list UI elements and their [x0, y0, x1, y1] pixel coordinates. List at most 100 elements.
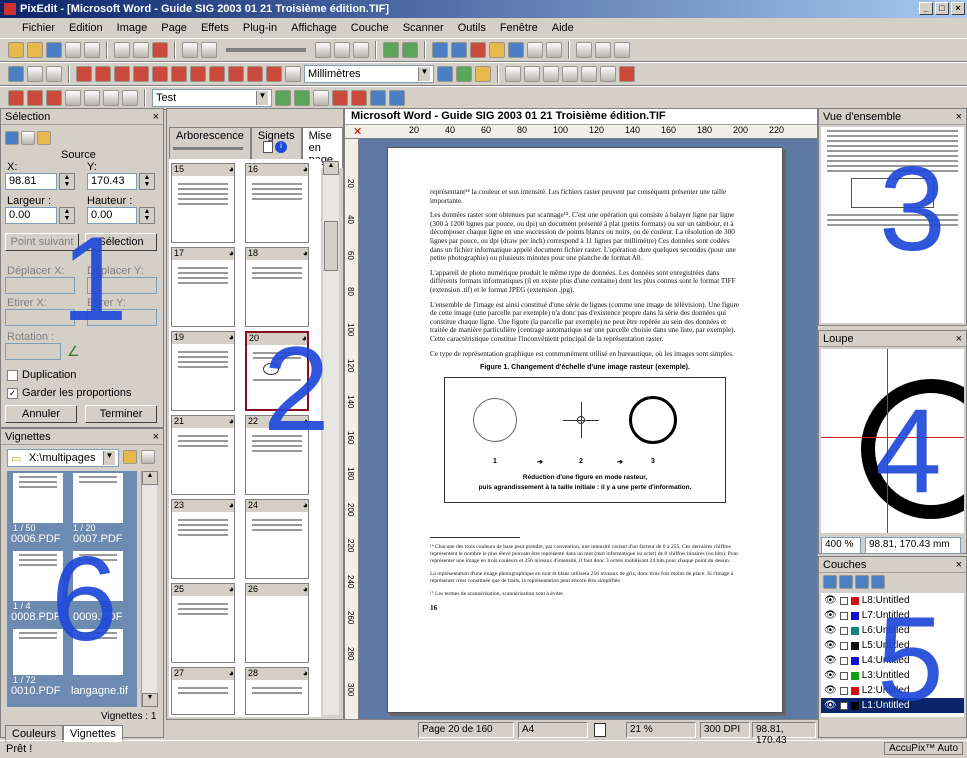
menu-effets[interactable]: Effets [199, 22, 231, 34]
check-icon[interactable] [619, 66, 635, 82]
layer-row[interactable]: 👁 L5:Untitled [821, 638, 964, 653]
close-icon[interactable]: × [956, 111, 962, 123]
page-thumb[interactable]: 28 ◕ [245, 667, 309, 715]
selection-button[interactable]: Sélection [85, 233, 157, 251]
open-icon[interactable] [27, 42, 43, 58]
scroll-up-icon[interactable]: ▲ [323, 161, 339, 175]
play-icon[interactable] [275, 90, 291, 106]
stretch-x-field[interactable] [5, 309, 75, 326]
measure-icon[interactable] [266, 66, 282, 82]
page-thumb[interactable]: 22 ◕ [245, 415, 309, 495]
menu-couche[interactable]: Couche [349, 22, 391, 34]
file-name[interactable]: 0010.PDF [11, 685, 61, 697]
layer-row[interactable]: 👁 L6:Untitled [821, 623, 964, 638]
file-thumb[interactable] [13, 473, 63, 523]
rotate-icon[interactable] [562, 66, 578, 82]
deskew-icon[interactable] [285, 66, 301, 82]
view-layers-icon[interactable] [508, 42, 524, 58]
page-thumb[interactable]: 23 ◕ [171, 499, 235, 579]
vignettes-scrollbar[interactable]: ▲ ▼ [141, 471, 158, 707]
script-run-icon[interactable] [103, 90, 119, 106]
menu-page[interactable]: Page [159, 22, 189, 34]
polygon-icon[interactable] [228, 66, 244, 82]
file-thumb[interactable] [73, 473, 123, 523]
cancel-script-icon[interactable] [351, 90, 367, 106]
x-field[interactable]: 98.81 [5, 173, 57, 190]
save-icon[interactable] [46, 42, 62, 58]
file-thumb[interactable] [73, 629, 123, 675]
page-thumb[interactable]: 19 ◕ [171, 331, 235, 411]
width-spinner[interactable]: ▲ ▼ [59, 207, 75, 224]
page-thumb[interactable]: 16 ◕ [245, 163, 309, 243]
file-name[interactable]: 0009.PDF [73, 611, 123, 623]
close-icon[interactable]: × [956, 559, 962, 571]
eye-icon[interactable]: 👁 [824, 655, 837, 666]
page-thumb[interactable]: 21 ◕ [171, 415, 235, 495]
zoom-in-icon[interactable] [353, 42, 369, 58]
next-point-button[interactable]: Point suivant [5, 233, 79, 251]
flip-icon[interactable] [581, 66, 597, 82]
scroll-up-icon[interactable]: ▲ [142, 471, 158, 485]
info-icon[interactable]: i [275, 141, 287, 153]
menu-affichage[interactable]: Affichage [289, 22, 339, 34]
file-name[interactable]: 0006.PDF [11, 533, 61, 545]
layer-add-icon[interactable] [823, 575, 837, 589]
keep-proportions-checkbox[interactable]: ✓ Garder les proportions [7, 387, 131, 399]
rotation-field[interactable] [5, 343, 61, 360]
menu-outils[interactable]: Outils [456, 22, 488, 34]
layer-row[interactable]: 👁 L3:Untitled [821, 668, 964, 683]
redo-icon[interactable] [201, 42, 217, 58]
menu-image[interactable]: Image [115, 22, 150, 34]
rectangle-icon[interactable] [46, 66, 62, 82]
folder-up-icon[interactable] [123, 450, 137, 464]
thumb-zoom-slider[interactable] [173, 147, 243, 150]
page-thumb[interactable]: 25 ◕ [171, 583, 235, 663]
view-bookmarks-icon[interactable] [470, 42, 486, 58]
page-thumb[interactable]: 24 ◕ [245, 499, 309, 579]
zoom-tool-icon[interactable] [437, 66, 453, 82]
move-y-field[interactable] [87, 277, 157, 294]
magic-select-icon[interactable] [37, 131, 51, 145]
text-tool-icon[interactable] [152, 66, 168, 82]
view-thumbs-icon[interactable] [432, 42, 448, 58]
layer-row[interactable]: 👁 L4:Untitled [821, 653, 964, 668]
page-thumb-selected[interactable]: 20 ◕ [245, 331, 309, 411]
menu-scanner[interactable]: Scanner [401, 22, 446, 34]
page-icon[interactable] [263, 141, 273, 153]
menu-edition[interactable]: Edition [67, 22, 105, 34]
next-page-icon[interactable] [402, 42, 418, 58]
brush-icon[interactable] [133, 66, 149, 82]
script-info-icon[interactable] [389, 90, 405, 106]
eye-icon[interactable]: 👁 [824, 610, 837, 621]
rect-select-icon[interactable] [5, 131, 19, 145]
fit-width-icon[interactable] [334, 42, 350, 58]
page-thumb[interactable]: 18 ◕ [245, 247, 309, 327]
step-icon[interactable] [294, 90, 310, 106]
view-layout-icon[interactable] [489, 42, 505, 58]
script-save-icon[interactable] [122, 90, 138, 106]
close-icon[interactable]: × [153, 111, 159, 123]
line-icon[interactable] [27, 66, 43, 82]
vignettes-list[interactable]: 1 / 50 0006.PDF 1 / 20 0007.PDF 1 / 4 00… [7, 471, 137, 707]
units-select[interactable]: Millimètres ▼ [304, 65, 434, 83]
document-page[interactable]: représentant¹⁴ la couleur et son intensi… [387, 147, 783, 713]
eye-icon[interactable]: 👁 [824, 685, 837, 696]
stop-icon[interactable] [313, 90, 329, 106]
script-select[interactable]: Test ▼ [152, 89, 272, 107]
maximize-button[interactable]: □ [935, 2, 949, 15]
page-thumb[interactable]: 17 ◕ [171, 247, 235, 327]
file-thumb[interactable] [73, 551, 123, 601]
minimize-button[interactable]: _ [919, 2, 933, 15]
duplication-checkbox[interactable]: Duplication [7, 369, 76, 381]
page-thumb[interactable]: 26 ◕ [245, 583, 309, 663]
menu-fichier[interactable]: Fichier [20, 22, 57, 34]
page-thumb[interactable]: 27 ◕ [171, 667, 235, 715]
fit-page-icon[interactable] [315, 42, 331, 58]
eye-icon[interactable]: 👁 [824, 640, 837, 651]
eye-icon[interactable]: 👁 [824, 595, 837, 606]
pen-icon[interactable] [76, 66, 92, 82]
overview-view[interactable] [821, 127, 964, 323]
color-tool-icon[interactable] [456, 66, 472, 82]
text-insert-icon[interactable] [600, 66, 616, 82]
layer-props-icon[interactable] [871, 575, 885, 589]
